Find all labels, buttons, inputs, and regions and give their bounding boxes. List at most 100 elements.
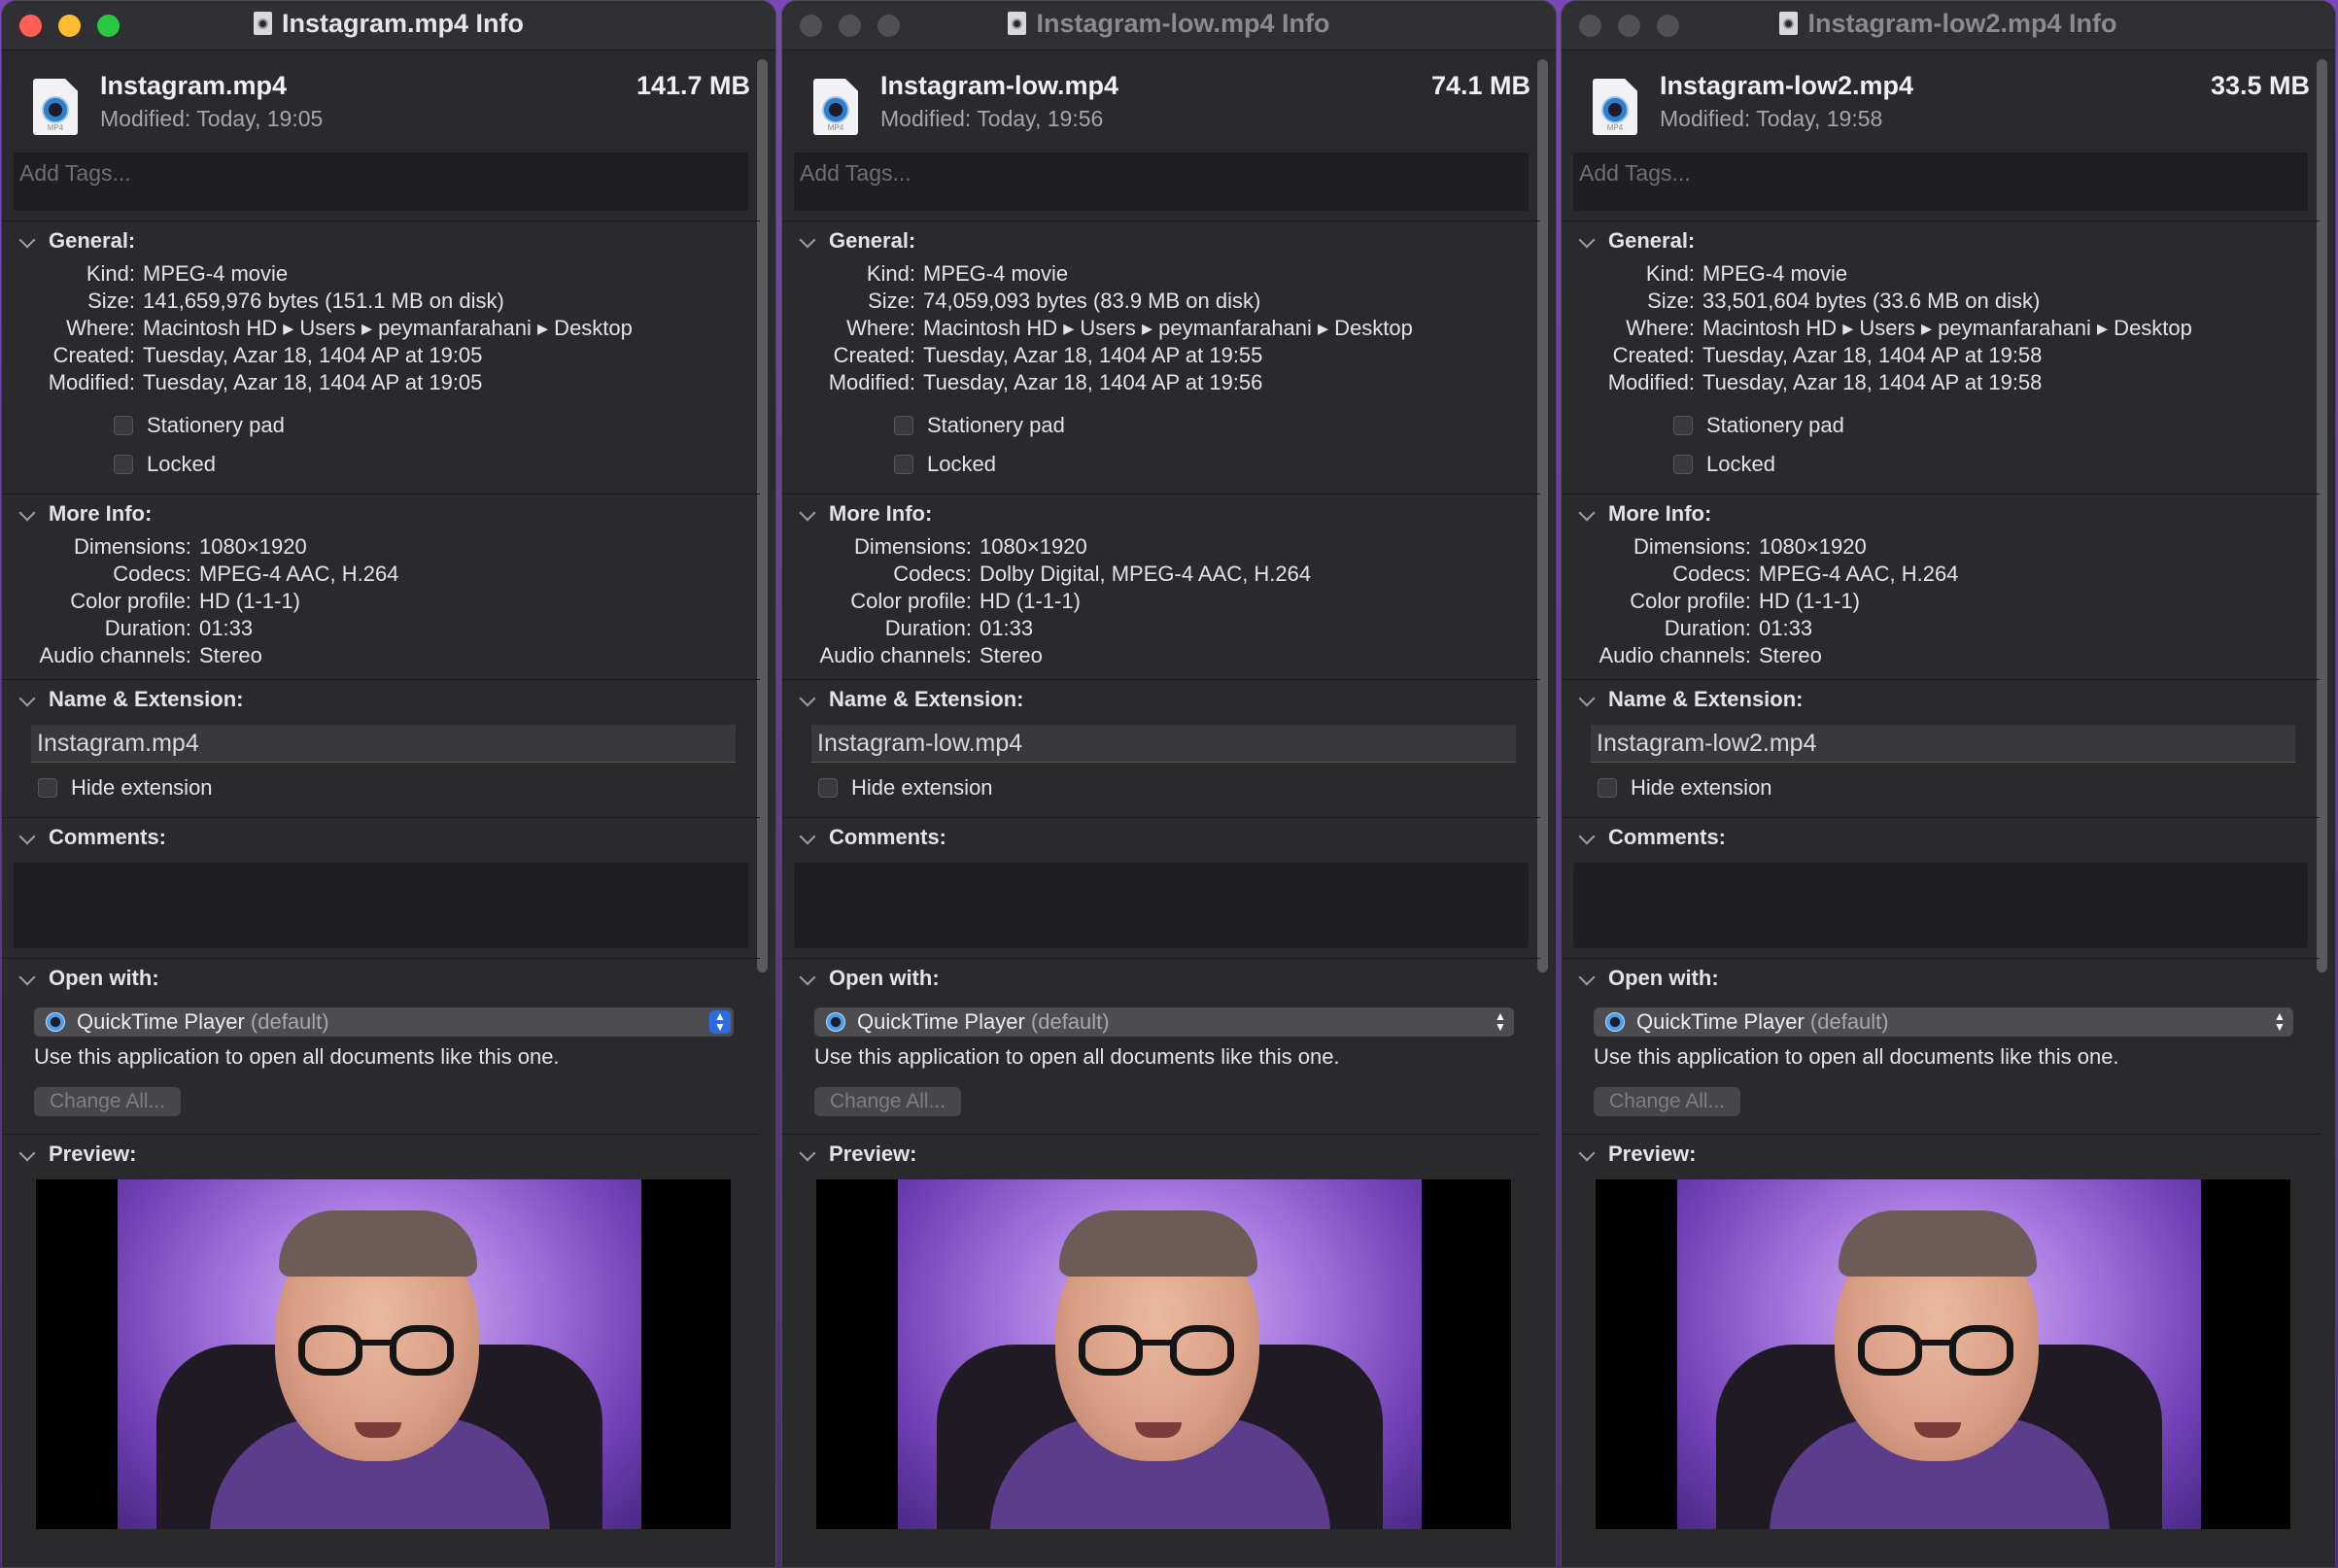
file-name: Instagram-low.mp4 bbox=[880, 71, 1119, 100]
more-info-section: More Info: Dimensions: 1080×1920 Codecs: MP… bbox=[1562, 494, 2320, 669]
comments-section: Comments: bbox=[1562, 817, 2320, 948]
more-info-header[interactable]: More Info: bbox=[2, 494, 760, 533]
change-all-button[interactable]: Change All... bbox=[814, 1087, 962, 1116]
more-label: Color profile: bbox=[70, 589, 191, 613]
general-label: Kind: bbox=[1645, 261, 1695, 286]
open-with-header[interactable]: Open with: bbox=[1562, 959, 2320, 998]
document-proxy-icon[interactable] bbox=[1779, 12, 1799, 35]
comments-section: Comments: bbox=[2, 817, 760, 948]
more-info-section: More Info: Dimensions: 1080×1920 Codecs: MP… bbox=[2, 494, 760, 669]
open-with-description: Use this application to open all documen… bbox=[1594, 1044, 2119, 1069]
comments-field[interactable] bbox=[14, 863, 748, 948]
hide-extension-checkbox[interactable] bbox=[38, 778, 57, 798]
general-list: Kind: MPEG-4 movie Size: 141,659,976 bytes … bbox=[2, 260, 760, 396]
modified-summary: Modified: Today, 19:56 bbox=[880, 106, 1104, 131]
title-bar[interactable]: Instagram-low.mp4 Info bbox=[782, 1, 1556, 51]
preview-header-label: Preview: bbox=[49, 1142, 137, 1166]
document-proxy-icon[interactable] bbox=[1008, 12, 1027, 35]
comments-header[interactable]: Comments: bbox=[2, 818, 760, 857]
tags-field[interactable]: Add Tags... bbox=[794, 153, 1529, 211]
modified-summary: Modified: Today, 19:05 bbox=[100, 106, 324, 131]
general-row: Size: 33,501,604 bytes (33.6 MB on disk) bbox=[1562, 288, 2320, 315]
preview-section: Preview: bbox=[2, 1134, 760, 1529]
name-extension-section: Name & Extension: Instagram-low.mp4 Hide… bbox=[782, 679, 1540, 807]
general-row: Where: Macintosh HD ▸ Users ▸ peymanfarah… bbox=[1562, 315, 2320, 342]
open-with-popup[interactable]: QuickTime Player (default) ▲ ▼ bbox=[1594, 1007, 2293, 1037]
hide-extension-checkbox[interactable] bbox=[818, 778, 838, 798]
general-row: Kind: MPEG-4 movie bbox=[782, 260, 1540, 288]
general-header[interactable]: General: bbox=[2, 222, 760, 260]
locked-checkbox[interactable] bbox=[1673, 455, 1693, 474]
name-extension-header[interactable]: Name & Extension: bbox=[1562, 680, 2320, 719]
hide-extension-label: Hide extension bbox=[851, 775, 993, 800]
open-with-header[interactable]: Open with: bbox=[2, 959, 760, 998]
name-extension-section: Name & Extension: Instagram.mp4 Hide ext… bbox=[2, 679, 760, 807]
preview-header[interactable]: Preview: bbox=[782, 1135, 1540, 1174]
general-label: Modified: bbox=[828, 370, 915, 394]
name-extension-header[interactable]: Name & Extension: bbox=[782, 680, 1540, 719]
more-info-header[interactable]: More Info: bbox=[1562, 494, 2320, 533]
change-all-button[interactable]: Change All... bbox=[1594, 1087, 1741, 1116]
open-with-popup[interactable]: QuickTime Player (default) ▲ ▼ bbox=[814, 1007, 1514, 1037]
stationery-pad-checkbox[interactable] bbox=[114, 416, 133, 435]
window-title-text: Instagram-low2.mp4 Info bbox=[1807, 9, 2117, 38]
modified-summary: Modified: Today, 19:58 bbox=[1660, 106, 1883, 131]
video-preview[interactable] bbox=[816, 1179, 1511, 1529]
video-preview[interactable] bbox=[36, 1179, 731, 1529]
preview-glasses-right bbox=[390, 1325, 454, 1376]
hide-extension-checkbox[interactable] bbox=[1598, 778, 1617, 798]
comments-header[interactable]: Comments: bbox=[1562, 818, 2320, 857]
up-down-arrows-icon: ▲ ▼ bbox=[709, 1010, 731, 1034]
more-info-list: Dimensions: 1080×1920 Codecs: MPEG-4 AAC, H… bbox=[2, 533, 760, 669]
more-value: 1080×1920 bbox=[1759, 534, 1867, 559]
more-row: Audio channels: Stereo bbox=[2, 642, 760, 669]
more-label: Codecs: bbox=[893, 562, 972, 586]
name-field[interactable]: Instagram-low2.mp4 bbox=[1591, 725, 2295, 763]
window-title: Instagram-low2.mp4 Info bbox=[1562, 9, 2335, 39]
title-bar[interactable]: Instagram.mp4 Info bbox=[2, 1, 775, 51]
change-all-button[interactable]: Change All... bbox=[34, 1087, 182, 1116]
tags-field[interactable]: Add Tags... bbox=[14, 153, 748, 211]
chevron-down-icon bbox=[18, 504, 36, 522]
preview-header[interactable]: Preview: bbox=[1562, 1135, 2320, 1174]
general-label: Modified: bbox=[48, 370, 135, 394]
more-value: MPEG-4 AAC, H.264 bbox=[199, 562, 399, 586]
more-row: Color profile: HD (1-1-1) bbox=[782, 588, 1540, 615]
locked-checkbox[interactable] bbox=[894, 455, 913, 474]
window-title: Instagram.mp4 Info bbox=[2, 9, 775, 39]
preview-header[interactable]: Preview: bbox=[2, 1135, 760, 1174]
info-content: Instagram-low.mp4 Modified: Today, 19:56… bbox=[782, 50, 1540, 1529]
more-row: Duration: 01:33 bbox=[1562, 615, 2320, 642]
stationery-pad-checkbox[interactable] bbox=[894, 416, 913, 435]
name-field[interactable]: Instagram-low.mp4 bbox=[811, 725, 1516, 763]
stationery-pad-checkbox[interactable] bbox=[1673, 416, 1693, 435]
locked-checkbox[interactable] bbox=[114, 455, 133, 474]
more-info-header[interactable]: More Info: bbox=[782, 494, 1540, 533]
name-extension-header[interactable]: Name & Extension: bbox=[2, 680, 760, 719]
open-with-header-label: Open with: bbox=[49, 966, 159, 990]
general-header[interactable]: General: bbox=[782, 222, 1540, 260]
comments-field[interactable] bbox=[1573, 863, 2308, 948]
name-field[interactable]: Instagram.mp4 bbox=[31, 725, 736, 763]
comments-field[interactable] bbox=[794, 863, 1529, 948]
stationery-pad-row: Stationery pad bbox=[114, 406, 760, 445]
general-header[interactable]: General: bbox=[1562, 222, 2320, 260]
preview-hair bbox=[1839, 1210, 2037, 1277]
general-section: General: Kind: MPEG-4 movie Size: 33,501,60… bbox=[1562, 221, 2320, 484]
open-with-popup[interactable]: QuickTime Player (default) ▲ ▼ bbox=[34, 1007, 734, 1037]
video-preview[interactable] bbox=[1596, 1179, 2290, 1529]
hide-extension-row: Hide extension bbox=[818, 768, 1540, 807]
more-label: Dimensions: bbox=[853, 534, 972, 559]
hide-extension-row: Hide extension bbox=[1598, 768, 2320, 807]
document-proxy-icon[interactable] bbox=[253, 12, 272, 35]
more-value: Dolby Digital, MPEG-4 AAC, H.264 bbox=[980, 562, 1312, 586]
chevron-down-icon bbox=[18, 828, 36, 845]
more-row: Duration: 01:33 bbox=[782, 615, 1540, 642]
more-value: Stereo bbox=[980, 643, 1043, 667]
general-label: Where: bbox=[66, 316, 135, 340]
comments-header[interactable]: Comments: bbox=[782, 818, 1540, 857]
tags-field[interactable]: Add Tags... bbox=[1573, 153, 2308, 211]
title-bar[interactable]: Instagram-low2.mp4 Info bbox=[1562, 1, 2335, 51]
general-label: Size: bbox=[1647, 289, 1695, 313]
open-with-header[interactable]: Open with: bbox=[782, 959, 1540, 998]
